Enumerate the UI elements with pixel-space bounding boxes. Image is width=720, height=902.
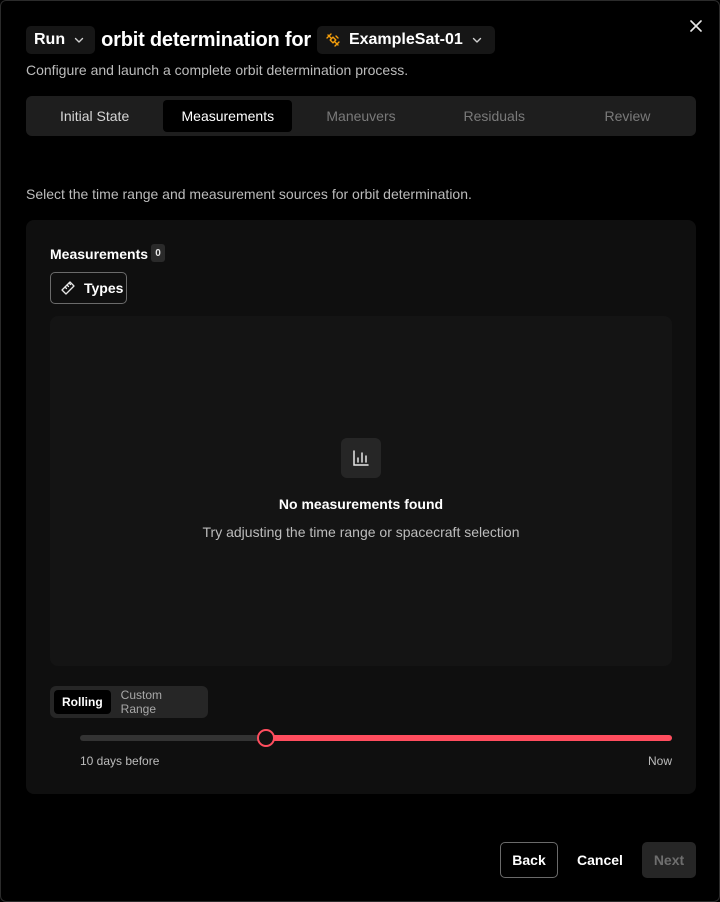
measurements-panel: Measurements 0 Types No measurements fou… xyxy=(26,220,696,794)
chevron-down-icon xyxy=(74,37,84,43)
types-button-label: Types xyxy=(84,280,124,296)
slider-max-label: Now xyxy=(647,754,672,768)
close-button[interactable] xyxy=(685,15,707,37)
ruler-icon xyxy=(61,281,75,295)
range-option-rolling[interactable]: Rolling xyxy=(54,690,111,714)
empty-state-title: No measurements found xyxy=(278,496,444,512)
time-range-slider[interactable] xyxy=(80,728,672,748)
range-mode-toggle: Rolling Custom Range xyxy=(50,686,208,718)
tab-initial-state[interactable]: Initial State xyxy=(30,100,159,132)
tab-review[interactable]: Review xyxy=(563,100,692,132)
satellite-icon xyxy=(326,33,340,47)
slider-min-label: 10 days before xyxy=(80,754,160,768)
dialog-subtitle: Configure and launch a complete orbit de… xyxy=(26,62,409,78)
types-button[interactable]: Types xyxy=(50,272,127,304)
tab-residuals[interactable]: Residuals xyxy=(430,100,559,132)
empty-state-hint: Try adjusting the time range or spacecra… xyxy=(202,524,520,540)
chevron-down-icon xyxy=(472,37,481,43)
bar-chart-icon xyxy=(353,450,369,466)
orbit-determination-dialog: Run orbit determination for ExampleSat-0… xyxy=(0,0,720,902)
dialog-title: orbit determination for xyxy=(101,28,311,51)
satellite-select-value: ExampleSat-01 xyxy=(348,31,463,48)
slider-fill xyxy=(265,735,672,741)
back-button[interactable]: Back xyxy=(500,842,558,878)
cancel-button[interactable]: Cancel xyxy=(570,842,630,878)
range-option-custom[interactable]: Custom Range xyxy=(113,688,204,716)
next-button[interactable]: Next xyxy=(642,842,696,878)
measurements-count-badge: 0 xyxy=(151,244,165,262)
mode-select[interactable]: Run xyxy=(26,26,96,54)
tab-measurements[interactable]: Measurements xyxy=(163,100,293,132)
tab-maneuvers[interactable]: Maneuvers xyxy=(296,100,425,132)
measurements-empty-state: No measurements found Try adjusting the … xyxy=(50,316,672,666)
satellite-select[interactable]: ExampleSat-01 xyxy=(316,26,495,54)
measurements-label: Measurements xyxy=(50,246,149,262)
slider-thumb[interactable] xyxy=(256,729,275,747)
section-description: Select the time range and measurement so… xyxy=(26,186,472,202)
dialog-header: Run orbit determination for ExampleSat-0… xyxy=(26,26,495,54)
mode-select-value: Run xyxy=(34,31,66,48)
close-icon xyxy=(690,20,702,32)
step-tabs: Initial State Measurements Maneuvers Res… xyxy=(26,96,696,136)
bar-chart-icon-container xyxy=(341,438,381,478)
